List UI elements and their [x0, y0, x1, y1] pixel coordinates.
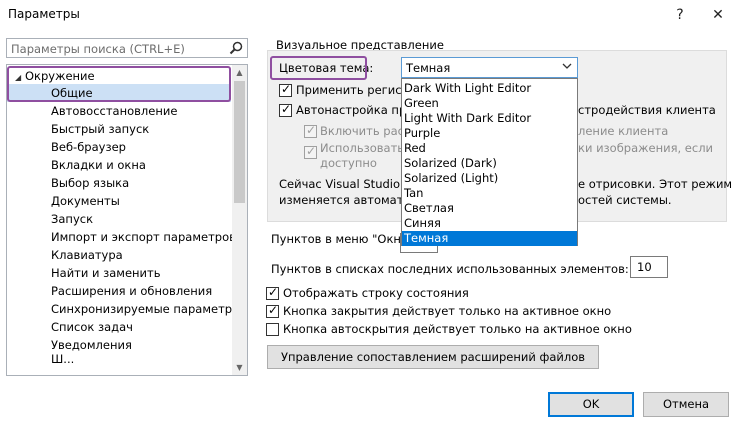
status-bar-label: Отображать строку состояния: [283, 286, 469, 300]
theme-option[interactable]: Red: [402, 141, 577, 156]
check-icon: ✓: [281, 82, 292, 96]
scroll-up-icon[interactable]: ▲: [232, 65, 247, 80]
window-title: Параметры: [8, 7, 80, 21]
check-icon: ✓: [281, 102, 292, 116]
help-button[interactable]: ?: [668, 4, 692, 26]
search-placeholder: Параметры поиска (CTRL+E): [11, 42, 185, 56]
info-text-line1-tail: е отрисовки. Этот режим: [578, 177, 733, 191]
color-theme-value: Темная: [406, 61, 451, 75]
auto-adjust-label: Автонастройка пре: [296, 103, 414, 117]
tree-item[interactable]: Документы: [51, 192, 120, 210]
close-active-checkbox[interactable]: ✓: [266, 303, 279, 318]
search-input[interactable]: Параметры поиска (CTRL+E): [6, 38, 248, 58]
enable-rich-label-tail: ление клиента: [578, 124, 669, 138]
tree-item[interactable]: Веб-браузер: [51, 138, 126, 156]
theme-option[interactable]: Solarized (Light): [402, 171, 577, 186]
tree-item[interactable]: Синхронизируемые параметры: [51, 300, 241, 318]
check-icon: ✓: [268, 303, 279, 317]
info-text-line1: Сейчас Visual Studio ис: [279, 177, 418, 191]
tree-item[interactable]: Расширения и обновления: [51, 282, 212, 300]
title-bar: [0, 0, 741, 30]
highlight-frame: [7, 66, 231, 102]
auto-adjust-checkbox[interactable]: ✓: [279, 102, 292, 117]
use-hw-label-line2: доступно: [320, 156, 377, 170]
label-highlight-frame: [270, 56, 367, 80]
check-icon: ✓: [306, 144, 317, 158]
mru-label: Пунктов в списках последних использованн…: [271, 262, 629, 276]
chevron-down-icon[interactable]: [561, 60, 573, 72]
check-icon: ✓: [306, 123, 317, 137]
use-hw-label-tail: ки изображения, если: [578, 141, 714, 155]
tree-item[interactable]: Ш...: [51, 354, 74, 364]
theme-option[interactable]: Light With Dark Editor: [402, 111, 577, 126]
tree-item[interactable]: Запуск: [51, 210, 93, 228]
color-theme-select[interactable]: Темная: [401, 57, 578, 78]
info-text-line2: изменяется автоматич: [279, 193, 418, 207]
tree-item[interactable]: Уведомления: [51, 336, 132, 354]
theme-option[interactable]: Purple: [402, 126, 577, 141]
mru-count-value: 10: [637, 260, 652, 274]
theme-option[interactable]: Dark With Light Editor: [402, 81, 577, 96]
auto-adjust-label-tail: стродействия клиента: [578, 103, 716, 117]
scroll-thumb[interactable]: [234, 81, 245, 203]
manage-file-extensions-button[interactable]: Управление сопоставлением расширений фай…: [267, 345, 599, 369]
use-hw-checkbox[interactable]: ✓: [304, 144, 317, 159]
tree-item[interactable]: Автовосстановление: [51, 102, 177, 120]
close-button[interactable]: ✕: [706, 4, 730, 26]
cancel-button[interactable]: Отмена: [643, 392, 729, 417]
tree-item[interactable]: Импорт и экспорт параметров: [51, 228, 236, 246]
tree-item[interactable]: Клавиатура: [51, 246, 123, 264]
status-bar-checkbox[interactable]: ✓: [266, 285, 279, 300]
theme-option[interactable]: Синяя: [402, 216, 577, 231]
theme-option[interactable]: Green: [402, 96, 577, 111]
check-icon: ✓: [268, 285, 279, 299]
apply-case-label: Применить регистр: [296, 83, 416, 97]
tree-item[interactable]: Выбор языка: [51, 174, 129, 192]
ok-button[interactable]: OK: [548, 392, 634, 417]
close-active-label: Кнопка закрытия действует только на акти…: [283, 304, 612, 318]
info-text-line2-tail: остей системы.: [578, 193, 672, 207]
color-theme-dropdown[interactable]: Dark With Light Editor Green Light With …: [401, 78, 578, 246]
tree-item[interactable]: Быстрый запуск: [51, 120, 149, 138]
enable-rich-label: Включить рас: [320, 124, 404, 138]
tree-item[interactable]: Список задач: [51, 318, 133, 336]
theme-option[interactable]: Tan: [402, 186, 577, 201]
theme-option[interactable]: Solarized (Dark): [402, 156, 577, 171]
enable-rich-checkbox[interactable]: ✓: [304, 123, 317, 138]
mru-count-input[interactable]: 10: [630, 256, 668, 278]
search-icon[interactable]: [229, 41, 243, 55]
autohide-active-label: Кнопка автоскрытия действует только на а…: [283, 322, 632, 336]
window-menu-label: Пунктов в меню "Окно": [271, 232, 414, 246]
theme-option[interactable]: Светлая: [402, 201, 577, 216]
tree-item[interactable]: Вкладки и окна: [51, 156, 146, 174]
autohide-active-checkbox[interactable]: [266, 323, 279, 336]
theme-option-selected[interactable]: Темная: [402, 231, 577, 246]
tree-item[interactable]: Найти и заменить: [51, 264, 161, 282]
settings-tree[interactable]: ◢ Окружение Общие Автовосстановление Быст…: [6, 64, 248, 376]
scroll-down-icon[interactable]: ▼: [232, 360, 247, 375]
tree-scrollbar[interactable]: ▲ ▼: [232, 65, 247, 375]
apply-case-checkbox[interactable]: ✓: [279, 82, 292, 97]
